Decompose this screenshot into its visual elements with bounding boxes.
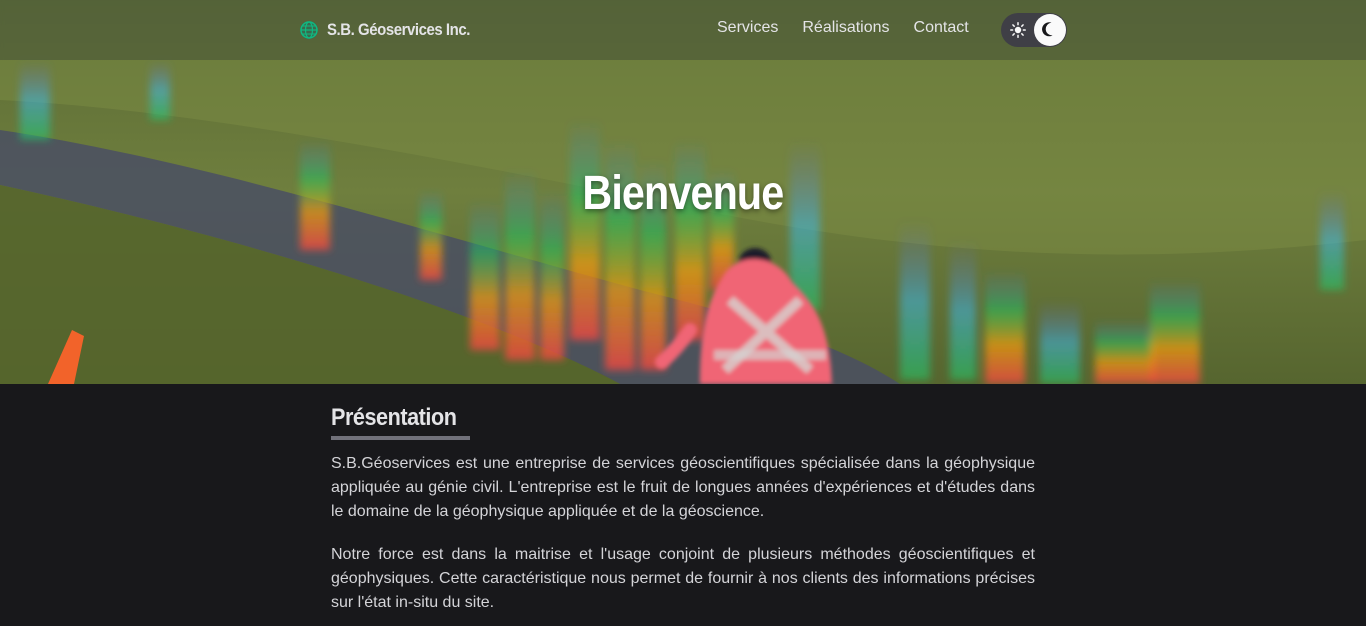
section-title-text: Présentation [331, 404, 457, 431]
sun-icon [1010, 22, 1026, 38]
hero-title: Bienvenue [0, 166, 1366, 221]
presentation-paragraph: S.B.Géoservices est une entreprise de se… [331, 455, 1035, 520]
section-title: Présentation [331, 404, 471, 440]
nav-link-services[interactable]: Services [717, 18, 778, 38]
brand-link[interactable]: S.B. Géoservices Inc. [299, 18, 489, 42]
hero-title-text: Bienvenue [582, 167, 784, 220]
moon-icon [1042, 22, 1053, 37]
theme-toggle[interactable] [1001, 13, 1067, 47]
nav-links: Services Réalisations Contact [717, 18, 969, 38]
nav-link-contact[interactable]: Contact [914, 18, 969, 38]
globe-logo-icon [300, 21, 318, 39]
navbar: S.B. Géoservices Inc. Services Réalisati… [0, 0, 1366, 60]
brand-name: S.B. Géoservices Inc. [327, 20, 470, 39]
nav-link-realisations[interactable]: Réalisations [802, 18, 889, 38]
hero-banner: S.B. Géoservices Inc. Services Réalisati… [0, 0, 1366, 384]
presentation-paragraph: Notre force est dans la maitrise et l'us… [331, 546, 1035, 611]
toggle-knob[interactable] [1034, 14, 1066, 46]
presentation-section: Présentation S.B.Géoservices est une ent… [331, 404, 1035, 615]
